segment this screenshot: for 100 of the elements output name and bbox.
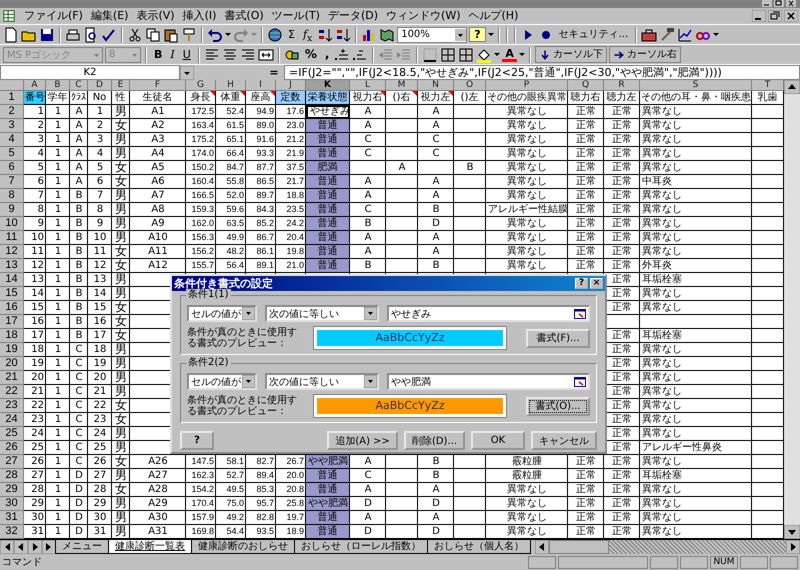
row-header[interactable]: 11 xyxy=(0,231,24,245)
help-button[interactable]: ? xyxy=(180,431,214,450)
row-header[interactable]: 28 xyxy=(0,469,24,483)
column-header[interactable]: E xyxy=(112,80,130,91)
row-header[interactable]: 30 xyxy=(0,497,24,511)
security-button[interactable]: セキュリティ... xyxy=(556,26,632,43)
row-header[interactable]: 19 xyxy=(0,343,24,357)
sort-ascending-icon[interactable] xyxy=(317,26,334,42)
caret-icon[interactable] xyxy=(225,33,231,36)
column-header[interactable]: Q xyxy=(568,80,604,91)
row-header[interactable]: 24 xyxy=(0,413,24,427)
align-right-icon[interactable] xyxy=(240,46,256,62)
menu-item[interactable]: 書式(O) xyxy=(220,9,268,23)
name-box[interactable]: K2 xyxy=(0,65,180,80)
column-header[interactable]: H xyxy=(216,80,246,91)
paste-icon[interactable] xyxy=(163,26,179,42)
row-header[interactable]: 18 xyxy=(0,329,24,343)
row-header[interactable]: 9 xyxy=(0,203,24,217)
collapse-dialog-icon[interactable] xyxy=(574,308,586,318)
close-icon[interactable] xyxy=(786,0,796,7)
row-header[interactable]: 20 xyxy=(0,357,24,371)
row-header[interactable]: 27 xyxy=(0,455,24,469)
row-header[interactable]: 17 xyxy=(0,315,24,329)
edit-formula-button[interactable]: = xyxy=(264,65,284,80)
row-header[interactable]: 8 xyxy=(0,189,24,203)
new-file-icon[interactable] xyxy=(3,26,19,42)
format-button[interactable]: 書式(O)... xyxy=(526,396,590,416)
row-header[interactable]: 31 xyxy=(0,511,24,525)
row-header[interactable]: 2 xyxy=(0,105,24,119)
value-field[interactable]: やや肥満 xyxy=(387,373,590,390)
column-header[interactable]: C xyxy=(70,80,88,91)
workbook-icon[interactable] xyxy=(2,9,16,23)
column-header[interactable]: K xyxy=(306,80,350,91)
zoom-dropdown[interactable]: 100% xyxy=(397,26,468,42)
decimal-increase-icon[interactable] xyxy=(334,46,350,62)
column-header[interactable]: J xyxy=(276,80,306,91)
scroll-down-icon[interactable] xyxy=(784,525,800,539)
column-header[interactable]: O xyxy=(454,80,486,91)
collapse-dialog-icon[interactable] xyxy=(574,376,586,386)
save-icon[interactable] xyxy=(39,26,55,42)
row-header[interactable]: 15 xyxy=(0,287,24,301)
row-header[interactable]: 32 xyxy=(0,525,24,539)
menu-item[interactable]: 編集(E) xyxy=(86,9,132,23)
row-header[interactable]: 5 xyxy=(0,147,24,161)
dropdown-arrow-icon[interactable] xyxy=(242,375,255,388)
menu-item[interactable]: ツール(T) xyxy=(268,9,324,23)
row-header[interactable]: 6 xyxy=(0,161,24,175)
column-header[interactable]: B xyxy=(46,80,70,91)
row-header[interactable]: 29 xyxy=(0,483,24,497)
scroll-up-icon[interactable] xyxy=(784,80,800,94)
cut-icon[interactable] xyxy=(127,26,143,42)
dropdown-arrow-icon[interactable] xyxy=(364,307,377,320)
row-header[interactable]: 13 xyxy=(0,259,24,273)
sheet-tab[interactable]: 健康診断のおしらせ xyxy=(191,540,295,554)
column-header[interactable]: A xyxy=(24,80,46,91)
sheet-tab[interactable]: 健康診断一覧表 xyxy=(108,540,192,554)
align-left-icon[interactable] xyxy=(204,46,220,62)
hammer-icon[interactable] xyxy=(659,26,676,42)
restore-icon[interactable] xyxy=(768,10,782,22)
spelling-icon[interactable] xyxy=(101,26,117,42)
menu-item[interactable]: データ(D) xyxy=(324,9,382,23)
dropdown-arrow-icon[interactable] xyxy=(180,66,194,80)
menu-item[interactable]: ウィンドウ(W) xyxy=(382,9,464,23)
chart-wizard-icon[interactable] xyxy=(677,26,694,42)
value-field[interactable]: やせぎみ xyxy=(387,305,590,322)
menu-item[interactable]: ヘルプ(H) xyxy=(464,9,522,23)
row-header[interactable]: 16 xyxy=(0,301,24,315)
caret-icon[interactable] xyxy=(494,53,500,56)
column-header[interactable]: T xyxy=(752,80,784,91)
row-header[interactable]: 25 xyxy=(0,427,24,441)
row-header[interactable]: 23 xyxy=(0,399,24,413)
operand-dropdown[interactable]: セルの値が xyxy=(187,373,257,390)
dialog-button[interactable]: OK xyxy=(471,431,525,450)
help-button[interactable]: ? xyxy=(469,27,486,42)
sheet-tab[interactable]: おしらせ（ローレル指数） xyxy=(294,540,428,554)
tab-scroll-icon[interactable] xyxy=(0,540,14,554)
format-painter-icon[interactable] xyxy=(181,26,197,42)
merge-cells-icon[interactable] xyxy=(258,46,274,62)
dialog-button[interactable]: キャンセル xyxy=(531,431,597,450)
column-header[interactable]: D xyxy=(88,80,112,91)
menu-item[interactable]: 表示(V) xyxy=(132,9,179,23)
close-button[interactable]: × xyxy=(590,278,603,289)
column-header[interactable]: S xyxy=(640,80,752,91)
menu-item[interactable]: ファイル(F) xyxy=(20,9,87,23)
row-header[interactable]: 3 xyxy=(0,119,24,133)
format-button[interactable]: 書式(F)... xyxy=(526,328,590,348)
fill-color-icon[interactable] xyxy=(476,46,492,62)
scroll-right-icon[interactable] xyxy=(786,540,800,554)
caret-icon[interactable] xyxy=(713,33,720,36)
row-header[interactable]: 1 xyxy=(0,91,24,105)
row-header[interactable]: 12 xyxy=(0,245,24,259)
dialog-button[interactable]: 削除(D)... xyxy=(404,431,465,450)
caret-icon[interactable] xyxy=(488,33,494,36)
close-icon[interactable] xyxy=(784,10,798,22)
tab-scroll-icon[interactable] xyxy=(28,540,42,554)
toolbox-icon[interactable] xyxy=(641,26,658,42)
column-header[interactable]: I xyxy=(246,80,276,91)
restore-icon[interactable] xyxy=(774,0,784,7)
column-header[interactable]: P xyxy=(486,80,568,91)
tab-scroll-icon[interactable] xyxy=(14,540,28,554)
